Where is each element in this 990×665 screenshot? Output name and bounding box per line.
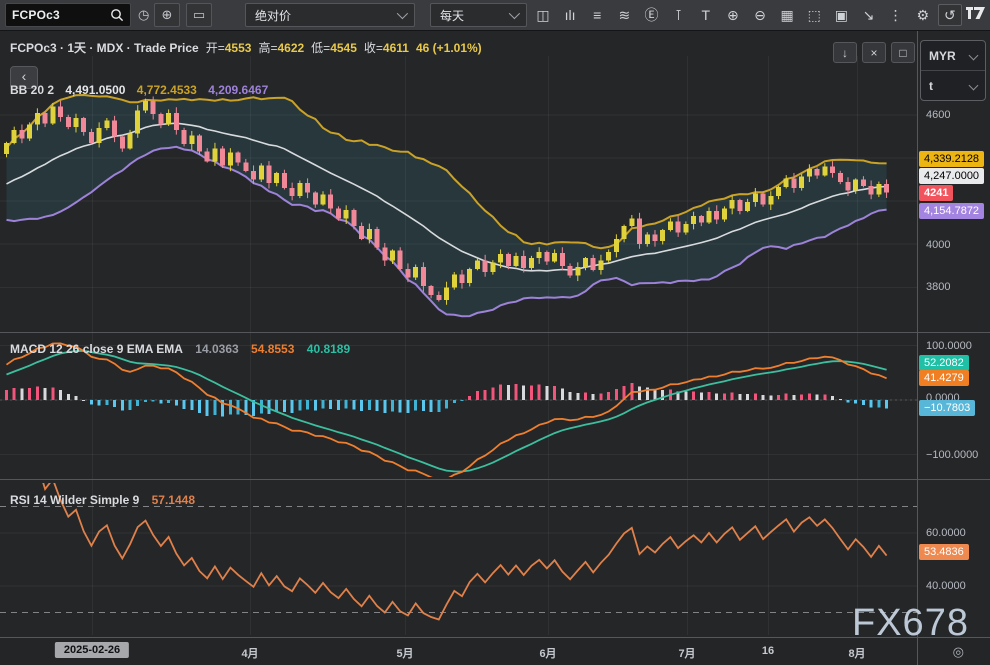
unit-value: t xyxy=(929,79,933,93)
rsi-label: RSI 14 Wilder Simple 9 xyxy=(10,493,139,507)
move-pane-down-button[interactable]: ↓ xyxy=(833,42,857,63)
axis-separator xyxy=(917,637,918,665)
macd-line-value: 54.8553 xyxy=(251,342,294,356)
bb-upper-value: 4,772.4533 xyxy=(137,83,197,97)
macd-hist-value: 14.0363 xyxy=(195,342,238,356)
currency-value: MYR xyxy=(929,49,956,63)
bb-basis-value: 4,491.0500 xyxy=(65,83,125,97)
macd-axis-badge: −10.7803 xyxy=(919,400,975,416)
pane-control-buttons: ↓×□ xyxy=(833,42,915,63)
price-axis-badge: 4,154.7872 xyxy=(919,203,984,219)
bb-lower-value: 4,209.6467 xyxy=(208,83,268,97)
currency-dropdown[interactable]: MYR xyxy=(921,41,985,70)
text-tool-icon[interactable]: T xyxy=(694,4,718,26)
add-symbol-icon[interactable]: ⊕ xyxy=(154,3,180,27)
symbol-description: FCPOc3 · 1天 · MDX · Trade Price xyxy=(10,41,199,55)
time-axis-label: 4月 xyxy=(241,645,258,661)
macd-label: MACD 12 26 close 9 EMA EMA xyxy=(10,342,183,356)
time-scale[interactable]: 2025-02-26 4月 5月 6月 7月 16 8月 ◎ xyxy=(0,637,990,665)
chevron-down-icon xyxy=(509,8,520,19)
macd-axis-tick: 100.0000 xyxy=(926,338,972,354)
chevron-down-icon xyxy=(969,51,979,61)
chart-region: FCPOc3 · 1天 · MDX · Trade Price开=4553高=4… xyxy=(0,30,990,665)
symbol-search-input[interactable]: FCPOc3 xyxy=(5,3,131,27)
chevron-down-icon xyxy=(397,8,408,19)
price-axis-tick: 3800 xyxy=(926,279,950,295)
price-scale[interactable]: 4600 4000 3800 4,339.21284,247.00004241 4,15… xyxy=(917,30,990,637)
price-axis-tick: 4000 xyxy=(926,237,950,253)
time-axis-label: 16 xyxy=(762,645,774,657)
symbol-legend-row[interactable]: FCPOc3 · 1天 · MDX · Trade Price开=4553高=4… xyxy=(10,39,482,56)
zoom-out-icon[interactable]: ⊖ xyxy=(748,4,772,26)
settings-icon[interactable]: ⚙ xyxy=(911,4,935,26)
compare-icon[interactable]: ≋ xyxy=(612,4,636,26)
date-range-badge[interactable]: 2025-02-26 xyxy=(55,642,129,658)
more-options-icon[interactable]: ⋮ xyxy=(884,4,908,26)
macd-legend-row[interactable]: MACD 12 26 close 9 EMA EMA 14.0363 54.85… xyxy=(10,342,350,356)
ohlc-value: 4611 xyxy=(383,41,409,55)
macd-axis-tick: −100.0000 xyxy=(926,447,978,463)
ohlc-label: 开= xyxy=(206,41,225,55)
chevron-down-icon xyxy=(969,81,979,91)
tradingview-app: FCPOc3 ◷⊕▭ 绝对价 每天 ◫ılı≡≋Ⓔ⊺T⊕⊖▦⬚▣↘⋮⚙↺ FCP… xyxy=(0,0,990,665)
bb-label: BB 20 2 xyxy=(10,83,54,97)
price-mode-value: 绝对价 xyxy=(255,7,291,24)
table-icon[interactable]: ▦ xyxy=(775,4,799,26)
price-axis-tick: 4600 xyxy=(926,107,950,123)
snapshot-icon[interactable]: ⬚ xyxy=(802,4,826,26)
macd-axis-badge: 52.2082 xyxy=(919,355,969,371)
tradingview-logo-icon[interactable] xyxy=(965,6,986,25)
top-toolbar: FCPOc3 ◷⊕▭ 绝对价 每天 ◫ılı≡≋Ⓔ⊺T⊕⊖▦⬚▣↘⋮⚙↺ xyxy=(0,0,990,31)
time-axis-label: 8月 xyxy=(848,645,865,661)
pane-divider[interactable] xyxy=(0,332,990,333)
rsi-value: 57.1448 xyxy=(152,493,195,507)
time-axis-label: 6月 xyxy=(539,645,556,661)
currency-unit-panel: MYR t xyxy=(920,40,986,101)
rsi-axis-badge: 53.4836 xyxy=(919,544,969,560)
toolbar-icon-strip: ◫ılı≡≋Ⓔ⊺T⊕⊖▦⬚▣↘⋮⚙↺ xyxy=(531,0,986,30)
maximize-pane-button[interactable]: □ xyxy=(891,42,915,63)
chart-canvas[interactable] xyxy=(0,30,917,637)
panel-icon[interactable]: ▣ xyxy=(829,4,853,26)
rsi-axis-tick: 60.0000 xyxy=(926,525,966,541)
export-chart-icon[interactable]: ↘ xyxy=(857,4,881,26)
search-icon xyxy=(110,8,124,22)
zoom-in-icon[interactable]: ⊕ xyxy=(721,4,745,26)
time-axis-label: 7月 xyxy=(678,645,695,661)
ohlc-value: 4545 xyxy=(330,41,357,55)
interval-value: 每天 xyxy=(440,7,464,24)
layout-icon[interactable]: ≡ xyxy=(585,4,609,26)
time-settings-icon[interactable]: ◎ xyxy=(953,644,964,660)
collapse-pane-button[interactable]: × xyxy=(862,42,886,63)
ohlc-label: 高= xyxy=(258,41,277,55)
unit-dropdown[interactable]: t xyxy=(921,70,985,100)
time-axis-label: 5月 xyxy=(396,645,413,661)
price-axis-badge: 4,247.0000 xyxy=(919,168,984,184)
change-value: 46 (+1.01%) xyxy=(416,41,482,55)
pane-divider[interactable] xyxy=(0,479,990,480)
indicators-icon[interactable]: ılı xyxy=(558,4,582,26)
price-axis-badge: 4241 xyxy=(919,185,953,201)
bb-legend-row[interactable]: BB 20 2 4,491.0500 4,772.4533 4,209.6467 xyxy=(10,83,268,97)
symbol-search-value: FCPOc3 xyxy=(12,8,60,22)
folder-icon[interactable]: ▭ xyxy=(186,3,212,27)
chart-style-icon[interactable]: ◫ xyxy=(531,4,555,26)
ohlc-label: 收= xyxy=(364,41,383,55)
ohlc-value: 4622 xyxy=(277,41,304,55)
ohlc-value: 4553 xyxy=(225,41,252,55)
macd-signal-value: 40.8189 xyxy=(307,342,350,356)
macd-axis-badge: 41.4279 xyxy=(919,370,969,386)
rsi-axis-tick: 40.0000 xyxy=(926,578,966,594)
clock-icon[interactable]: ◷ xyxy=(138,3,149,27)
interval-dropdown[interactable]: 每天 xyxy=(430,3,527,27)
price-axis-badge: 4,339.2128 xyxy=(919,151,984,167)
price-mode-dropdown[interactable]: 绝对价 xyxy=(245,3,415,27)
measure-icon[interactable]: ⊺ xyxy=(667,4,691,26)
economic-events-icon[interactable]: Ⓔ xyxy=(640,4,664,26)
undo-icon[interactable]: ↺ xyxy=(938,4,962,26)
ohlc-label: 低= xyxy=(311,41,330,55)
rsi-legend-row[interactable]: RSI 14 Wilder Simple 9 57.1448 xyxy=(10,493,195,507)
